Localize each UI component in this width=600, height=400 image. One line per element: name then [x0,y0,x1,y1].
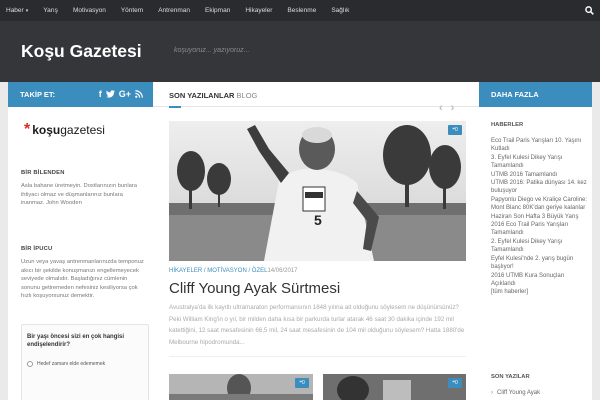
main-content: SON YAZILANLAR BLOG ‹ › 5 ❝ 0 HİKAYELER … [153,82,479,400]
posts-tabbar: SON YAZILANLAR BLOG [153,82,479,108]
news-item[interactable]: Eyfel Kulesi'nde 2. yarış bugün başlıyor… [491,255,588,272]
post-thumbnail[interactable]: ❝ 0 [323,374,466,400]
more-bar: DAHA FAZLA [479,82,592,107]
caret-down-icon: ▾ [25,8,29,14]
widget-text-tip: Uzun veya yavaş antrenmanlarınızda tempo… [21,259,144,299]
tab-blog[interactable]: BLOG [237,91,258,100]
news-item[interactable]: UTMB 2016 Tamamlandı [491,171,588,179]
prev-arrow-icon[interactable]: ‹ [439,102,443,114]
nav-item-hikayeler[interactable]: Hikayeler [245,7,272,14]
nav-item-beslenme[interactable]: Beslenme [287,7,316,14]
chevron-right-icon: › [491,390,493,396]
nav-item-haber[interactable]: Haber ▾ [6,7,28,14]
poll-option-label: Hedef zamanı elde edememek [37,361,106,367]
news-item[interactable]: Papyonlu Diego ve Kraliçe Caroline: Mont… [491,196,588,213]
widget-text-quote: Asla bahane üretmeyin. Dostlarınızın bun… [21,183,138,206]
news-item[interactable]: 2016 Eco Trail Paris Yarışları Tamamland… [491,221,588,238]
social-links: f G+ [99,90,153,100]
widget-title-tip: BİR İPUCU [21,246,53,252]
news-widget-title: HABERLER [491,122,524,128]
tab-recent-posts[interactable]: SON YAZILANLAR BLOG [169,91,257,100]
site-header: Koşu Gazetesi koşuyoruz... yazıyoruz... [0,21,600,82]
all-news-link[interactable]: [tüm haberler] [491,288,588,296]
kosugazetesi-logo[interactable]: * koşu gazetesi [24,122,105,138]
nav-item-motivasyon[interactable]: Motivasyon [73,7,106,14]
left-sidebar: TAKİP ET: f G+ * koşu gazetesi BİR BİLEND… [8,82,153,400]
featured-post-excerpt: Avustralya'da ilk kayıtlı ultramaraton p… [169,304,465,346]
logo-star-icon: * [24,121,31,138]
comment-count-badge[interactable]: ❝ 0 [448,378,462,388]
tab-underline [169,106,181,108]
post-categories[interactable]: HİKAYELER / MOTİVASYON / ÖZEL [169,268,267,274]
post-date: 14/06/2017 [267,268,298,274]
slider-arrows: ‹ › [439,102,454,114]
featured-image[interactable]: 5 ❝ 0 [169,121,466,261]
svg-text:5: 5 [314,212,322,228]
logo-text-bold: koşu [32,123,61,137]
poll-option[interactable]: Hedef zamanı elde edememek [27,361,105,367]
right-sidebar: DAHA FAZLA HABERLER Eco Trail Paris Yarı… [479,82,592,400]
twitter-icon[interactable] [105,89,115,100]
facebook-icon[interactable]: f [99,90,102,99]
follow-label: TAKİP ET: [20,90,56,99]
news-item[interactable]: 2. Eyfel Kulesi Dikey Yarışı Tamamlandı [491,238,588,255]
news-item[interactable]: 3. Eyfel Kulesi Dikey Yarışı Tamamlandı [491,154,588,171]
news-item[interactable]: 2016 UTMB Kura Sonuçları Açıklandı [491,272,588,289]
poll-question: Bir yaşı öncesi sizi en çok hangisi endi… [27,334,125,348]
post-thumbnail[interactable]: ❝ 0 [169,374,313,400]
news-item[interactable]: Eco Trail Paris Yarışları 10. Yaşını Kut… [491,137,588,154]
logo-text-rest: gazetesi [60,123,105,137]
follow-bar: TAKİP ET: f G+ [8,82,153,107]
search-icon[interactable] [578,0,600,21]
recent-widget-title: SON YAZILAR [491,374,530,380]
news-item[interactable]: UTMB 2016: Patika dünyası 14. kez buluşu… [491,179,588,196]
more-title: DAHA FAZLA [491,90,539,99]
rss-icon[interactable] [135,89,143,100]
google-plus-icon[interactable]: G+ [119,90,131,99]
widget-title-quote: BİR BİLENDEN [21,170,65,176]
nav-item-yontem[interactable]: Yöntem [121,7,143,14]
comment-count-badge[interactable]: ❝ 0 [448,125,462,135]
nav-item-saglik[interactable]: Sağlık [331,7,349,14]
nav-item-ekipman[interactable]: Ekipman [205,7,230,14]
nav-item-antrenman[interactable]: Antrenman [158,7,190,14]
nav-item-yaris[interactable]: Yarış [43,7,58,14]
poll-widget: Bir yaşı öncesi sizi en çok hangisi endi… [21,324,149,400]
recent-post-item[interactable]: › Cliff Young Ayak [491,390,540,396]
featured-post-title[interactable]: Cliff Young Ayak Sürtmesi [169,280,340,297]
site-tagline: koşuyoruz... yazıyoruz... [174,47,250,54]
post-meta: HİKAYELER / MOTİVASYON / ÖZEL14/06/2017 [169,268,298,274]
news-item[interactable]: Haziran Son Hafta 3 Büyük Yarış [491,213,588,221]
news-list: Eco Trail Paris Yarışları 10. Yaşını Kut… [491,137,588,297]
next-arrow-icon[interactable]: › [451,102,455,114]
poll-option-radio[interactable] [27,361,33,367]
comment-count-badge[interactable]: ❝ 0 [295,378,309,388]
site-title[interactable]: Koşu Gazetesi [21,41,142,62]
divider [169,356,466,357]
top-nav: Haber ▾ Yarış Motivasyon Yöntem Antrenman… [0,0,600,21]
